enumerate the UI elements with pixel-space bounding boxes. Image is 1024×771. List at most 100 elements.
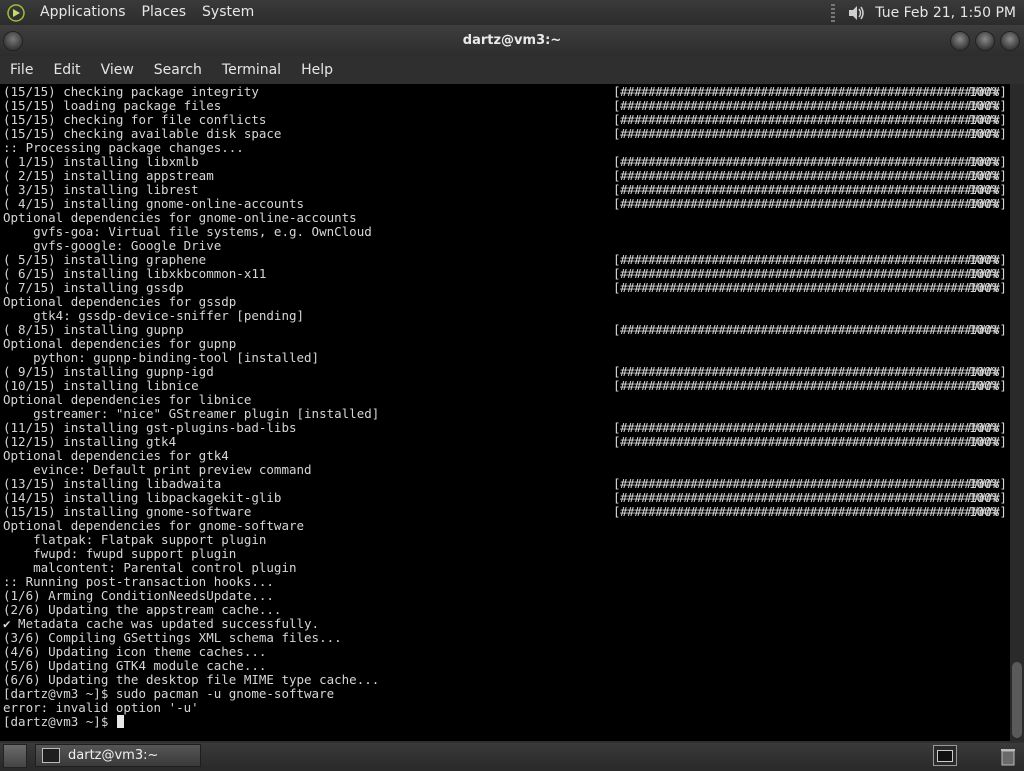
- progress-bar-text: [#######################################…: [613, 84, 1007, 99]
- terminal-prompt-line[interactable]: [dartz@vm3 ~]$: [3, 715, 1009, 729]
- progress-percent: 100%: [969, 196, 1000, 211]
- terminal-line: ( 4/15) installing gnome-online-accounts…: [3, 197, 1009, 211]
- window-menu-button[interactable]: [3, 31, 23, 51]
- terminal-window: dartz@vm3:~ File Edit View Search Termin…: [0, 25, 1024, 743]
- terminal-line: (4/6) Updating icon theme caches...: [3, 645, 1009, 659]
- menu-system[interactable]: System: [194, 0, 262, 25]
- terminal-line-text: (15/15) checking for file conflicts: [3, 112, 267, 127]
- progress-bar-text: [#######################################…: [613, 322, 1007, 337]
- menubar: File Edit View Search Terminal Help: [0, 56, 1024, 84]
- menu-file[interactable]: File: [0, 56, 43, 84]
- terminal-line: (3/6) Compiling GSettings XML schema fil…: [3, 631, 1009, 645]
- progress-bar-text: [#######################################…: [613, 420, 1007, 435]
- terminal-line: ( 1/15) installing libxmlb [#############…: [3, 155, 1009, 169]
- terminal-line: ( 8/15) installing gupnp [###############…: [3, 323, 1009, 337]
- terminal-line-text: flatpak: Flatpak support plugin: [3, 532, 267, 547]
- terminal-line: ( 9/15) installing gupnp-igd [###########…: [3, 365, 1009, 379]
- terminal-line: gtk4: gssdp-device-sniffer [pending]: [3, 309, 1009, 323]
- progress-percent: 100%: [969, 504, 1000, 519]
- progress-bar-text: [#######################################…: [613, 434, 1007, 449]
- terminal-line-text: fwupd: fwupd support plugin: [3, 546, 237, 561]
- terminal-line-text: evince: Default print preview command: [3, 462, 312, 477]
- top-panel: Applications Places System Tue Feb 21, 1…: [0, 0, 1024, 25]
- terminal-line-text: (5/6) Updating GTK4 module cache...: [3, 658, 267, 673]
- menu-edit[interactable]: Edit: [43, 56, 90, 84]
- scrollbar[interactable]: [1010, 84, 1024, 741]
- terminal-line-text: (4/6) Updating icon theme caches...: [3, 644, 267, 659]
- window-titlebar[interactable]: dartz@vm3:~: [0, 25, 1024, 56]
- terminal-cursor: [116, 715, 124, 728]
- terminal-line-text: (2/6) Updating the appstream cache...: [3, 602, 282, 617]
- terminal-line: malcontent: Parental control plugin: [3, 561, 1009, 575]
- terminal-line-text: Optional dependencies for libnice: [3, 392, 252, 407]
- terminal-line: (13/15) installing libadwaita [##########…: [3, 477, 1009, 491]
- terminal-line: (10/15) installing libnice [#############…: [3, 379, 1009, 393]
- distro-logo-icon[interactable]: [6, 3, 26, 23]
- terminal-line: python: gupnp-binding-tool [installed]: [3, 351, 1009, 365]
- terminal-line-text: gvfs-google: Google Drive: [3, 238, 222, 253]
- close-button[interactable]: [1000, 31, 1020, 51]
- terminal-line-text: Optional dependencies for gssdp: [3, 294, 237, 309]
- terminal-line: (1/6) Arming ConditionNeedsUpdate...: [3, 589, 1009, 603]
- terminal-line: Optional dependencies for gssdp: [3, 295, 1009, 309]
- workspace-switcher[interactable]: [933, 745, 957, 766]
- menu-help[interactable]: Help: [291, 56, 343, 84]
- terminal-line-text: (15/15) loading package files: [3, 98, 222, 113]
- menu-view[interactable]: View: [91, 56, 144, 84]
- menu-search[interactable]: Search: [144, 56, 212, 84]
- progress-bar-text: [#######################################…: [613, 196, 1007, 211]
- window-title: dartz@vm3:~: [462, 33, 562, 48]
- tray-handle[interactable]: [831, 3, 836, 22]
- trash-icon[interactable]: [997, 745, 1019, 767]
- progress-percent: 100%: [969, 252, 1000, 267]
- volume-icon[interactable]: [845, 2, 867, 24]
- terminal-line-text: gstreamer: "nice" GStreamer plugin [inst…: [3, 406, 380, 421]
- terminal-prompt: [dartz@vm3 ~]$: [3, 715, 124, 729]
- terminal-line-text: (3/6) Compiling GSettings XML schema fil…: [3, 630, 342, 645]
- terminal-line: (15/15) checking for file conflicts [####…: [3, 113, 1009, 127]
- progress-bar-text: [#######################################…: [613, 182, 1007, 197]
- terminal-line: Optional dependencies for gnome-online-a…: [3, 211, 1009, 225]
- terminal-line-text: (12/15) installing gtk4: [3, 434, 177, 449]
- progress-bar-text: [#######################################…: [613, 126, 1007, 141]
- progress-bar-text: [#######################################…: [613, 378, 1007, 393]
- progress-percent: 100%: [969, 434, 1000, 449]
- terminal-output[interactable]: (15/15) checking package integrity [#####…: [0, 84, 1010, 741]
- menu-applications[interactable]: Applications: [32, 0, 134, 25]
- terminal-line-text: Optional dependencies for gtk4: [3, 448, 229, 463]
- terminal-line: (15/15) checking available disk space [##…: [3, 127, 1009, 141]
- menu-terminal[interactable]: Terminal: [212, 56, 291, 84]
- terminal-line-text: Optional dependencies for gnome-software: [3, 518, 305, 533]
- terminal-line: fwupd: fwupd support plugin: [3, 547, 1009, 561]
- terminal-line-text: python: gupnp-binding-tool [installed]: [3, 350, 320, 365]
- menu-places[interactable]: Places: [134, 0, 195, 25]
- terminal-line-text: (11/15) installing gst-plugins-bad-libs: [3, 420, 297, 435]
- progress-bar-text: [#######################################…: [613, 476, 1007, 491]
- progress-bar-text: [#######################################…: [613, 168, 1007, 183]
- terminal-line: ( 7/15) installing gssdp [###############…: [3, 281, 1009, 295]
- terminal-line-text: ( 3/15) installing librest: [3, 182, 199, 197]
- progress-percent: 100%: [969, 126, 1000, 141]
- progress-bar-text: [#######################################…: [613, 266, 1007, 281]
- terminal-line: Optional dependencies for libnice: [3, 393, 1009, 407]
- terminal-line-text: ( 9/15) installing gupnp-igd: [3, 364, 214, 379]
- progress-percent: 100%: [969, 280, 1000, 295]
- progress-percent: 100%: [969, 490, 1000, 505]
- progress-percent: 100%: [969, 266, 1000, 281]
- terminal-line: (14/15) installing libpackagekit-glib [##…: [3, 491, 1009, 505]
- taskbar-terminal-button[interactable]: dartz@vm3:~: [35, 744, 201, 767]
- terminal-line-text: ( 1/15) installing libxmlb: [3, 154, 199, 169]
- clock[interactable]: Tue Feb 21, 1:50 PM: [875, 5, 1020, 21]
- scrollbar-thumb[interactable]: [1012, 662, 1022, 738]
- progress-bar-text: [#######################################…: [613, 112, 1007, 127]
- maximize-button[interactable]: [975, 31, 995, 51]
- terminal-line-text: (6/6) Updating the desktop file MIME typ…: [3, 672, 380, 687]
- minimize-button[interactable]: [950, 31, 970, 51]
- terminal-line: Optional dependencies for gupnp: [3, 337, 1009, 351]
- progress-bar-text: [#######################################…: [613, 504, 1007, 519]
- terminal-line-text: ( 6/15) installing libxkbcommon-x11: [3, 266, 267, 281]
- terminal-line: (15/15) loading package files [##########…: [3, 99, 1009, 113]
- terminal-line-text: ( 4/15) installing gnome-online-accounts: [3, 196, 305, 211]
- show-desktop-icon[interactable]: [3, 743, 27, 768]
- progress-percent: 100%: [969, 378, 1000, 393]
